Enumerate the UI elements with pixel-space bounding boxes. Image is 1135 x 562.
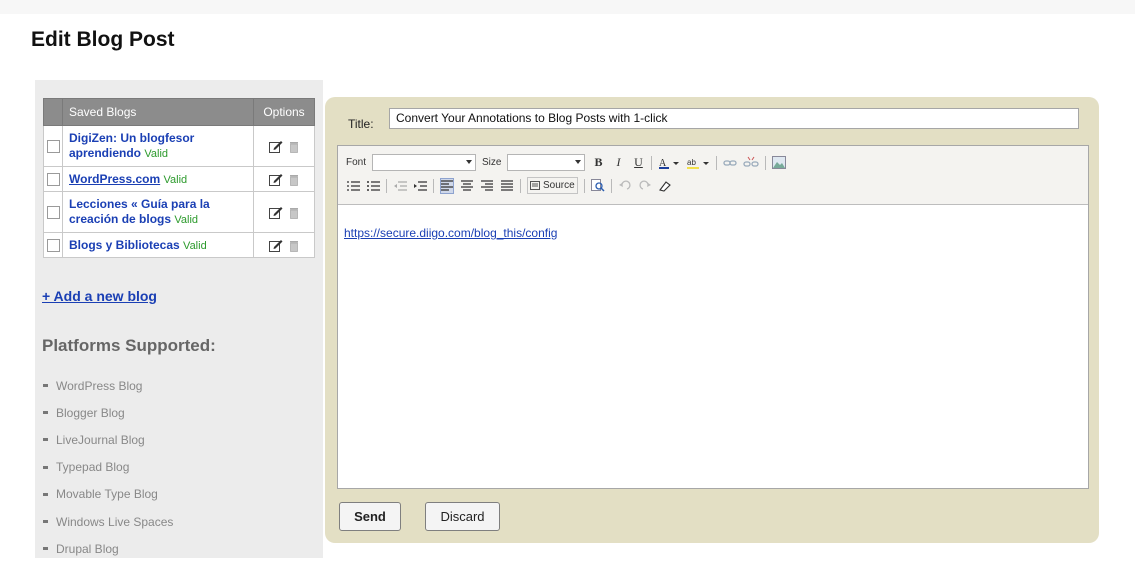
discard-button[interactable]: Discard <box>425 502 500 531</box>
source-icon <box>530 181 540 190</box>
toolbar-separator <box>765 155 767 170</box>
bullet-icon <box>43 520 48 524</box>
table-row: WordPress.com Valid <box>43 166 315 192</box>
header-checkbox-cell <box>43 98 63 126</box>
undo-icon[interactable] <box>618 178 632 194</box>
toolbar-row-1: Font Size B I U A ab <box>346 154 787 171</box>
font-select[interactable] <box>372 154 477 171</box>
svg-text:ab: ab <box>687 158 696 167</box>
source-button[interactable]: Source <box>527 177 578 194</box>
table-row: DigiZen: Un blogfesor aprendiendo Valid <box>43 125 315 167</box>
font-label: Font <box>346 157 367 168</box>
send-button[interactable]: Send <box>339 502 401 531</box>
table-row: Lecciones « Guía para la creación de blo… <box>43 191 315 233</box>
edit-icon[interactable] <box>269 140 283 154</box>
italic-icon[interactable]: I <box>611 155 625 171</box>
edit-icon[interactable] <box>269 206 283 220</box>
list-item: Movable Type Blog <box>43 481 173 508</box>
blog-checkbox[interactable] <box>46 173 60 187</box>
blog-checkbox[interactable] <box>46 140 60 154</box>
trash-icon[interactable] <box>289 207 299 219</box>
bold-icon[interactable]: B <box>591 155 605 171</box>
blog-name-link[interactable]: WordPress.com <box>69 172 160 186</box>
blog-checkbox[interactable] <box>46 239 60 253</box>
edit-icon[interactable] <box>269 173 283 187</box>
list-item: Windows Live Spaces <box>43 508 173 535</box>
valid-status: Valid <box>174 214 199 226</box>
toolbar-separator <box>433 178 434 193</box>
blog-checkbox[interactable] <box>46 206 60 220</box>
size-select[interactable] <box>507 154 586 171</box>
find-icon[interactable] <box>590 178 605 194</box>
chevron-down-icon <box>466 160 473 164</box>
eraser-icon[interactable] <box>658 178 672 194</box>
add-new-blog-link[interactable]: + Add a new blog <box>42 288 157 304</box>
numbered-list-icon[interactable] <box>346 178 360 194</box>
platform-list: WordPress Blog Blogger Blog LiveJournal … <box>43 372 173 562</box>
editor-body[interactable]: https://secure.diigo.com/blog_this/confi… <box>338 205 1088 488</box>
saved-blogs-table: Saved Blogs Options DigiZen: Un blogfeso… <box>43 98 315 258</box>
unlink-icon[interactable] <box>743 155 760 171</box>
header-saved-blogs: Saved Blogs <box>62 98 254 126</box>
bullet-icon <box>43 547 48 551</box>
list-item: WordPress Blog <box>43 372 173 399</box>
editor-body-link[interactable]: https://secure.diigo.com/blog_this/confi… <box>344 226 557 240</box>
bullet-icon <box>43 492 48 496</box>
top-band <box>0 0 1135 14</box>
bulleted-list-icon[interactable] <box>366 178 380 194</box>
redo-icon[interactable] <box>638 178 652 194</box>
editor-toolbar: Font Size B I U A ab Source <box>338 146 1088 205</box>
list-item: Typepad Blog <box>43 454 173 481</box>
blog-name-link[interactable]: Blogs y Bibliotecas <box>69 238 180 252</box>
header-options: Options <box>253 98 315 126</box>
page-title: Edit Blog Post <box>31 28 175 51</box>
trash-icon[interactable] <box>289 141 299 153</box>
align-left-icon[interactable] <box>440 177 454 194</box>
align-right-icon[interactable] <box>480 178 494 194</box>
toolbar-separator <box>610 178 612 193</box>
title-label: Title: <box>348 117 374 131</box>
toolbar-separator <box>583 178 585 193</box>
blog-name-link[interactable]: DigiZen: Un blogfesor aprendiendo <box>69 131 194 160</box>
toolbar-row-2: Source <box>346 177 672 194</box>
text-color-icon[interactable]: A <box>658 155 680 171</box>
trash-icon[interactable] <box>289 240 299 252</box>
rich-text-editor: Font Size B I U A ab Source https://secu… <box>337 145 1089 489</box>
bullet-icon <box>43 411 48 415</box>
toolbar-separator <box>520 178 521 193</box>
platforms-supported-title: Platforms Supported: <box>42 336 216 355</box>
toolbar-separator <box>651 155 653 170</box>
link-icon[interactable] <box>723 155 738 171</box>
bullet-icon <box>43 465 48 469</box>
size-label: Size <box>482 157 502 168</box>
list-item: LiveJournal Blog <box>43 426 173 453</box>
valid-status: Valid <box>163 173 188 186</box>
source-label: Source <box>543 180 575 191</box>
table-header-row: Saved Blogs Options <box>43 98 315 126</box>
toolbar-separator <box>716 155 718 170</box>
justify-icon[interactable] <box>500 178 514 194</box>
list-item: Blogger Blog <box>43 399 173 426</box>
left-column: Saved Blogs Options DigiZen: Un blogfeso… <box>35 80 323 558</box>
underline-icon[interactable]: U <box>631 155 645 171</box>
editor-panel: Title: Convert Your Annotations to Blog … <box>325 97 1099 543</box>
edit-icon[interactable] <box>269 239 283 253</box>
outdent-icon[interactable] <box>393 178 407 194</box>
bullet-icon <box>43 438 48 442</box>
valid-status: Valid <box>144 148 169 160</box>
align-center-icon[interactable] <box>460 178 474 194</box>
title-input[interactable]: Convert Your Annotations to Blog Posts w… <box>389 108 1079 129</box>
indent-icon[interactable] <box>413 178 427 194</box>
chevron-down-icon <box>575 160 582 164</box>
trash-icon[interactable] <box>289 174 299 186</box>
toolbar-separator <box>386 178 387 193</box>
valid-status: Valid <box>183 239 207 252</box>
image-icon[interactable] <box>772 155 787 171</box>
bullet-icon <box>43 384 48 388</box>
background-color-icon[interactable]: ab <box>686 155 710 171</box>
table-row: Blogs y Bibliotecas Valid <box>43 232 315 258</box>
